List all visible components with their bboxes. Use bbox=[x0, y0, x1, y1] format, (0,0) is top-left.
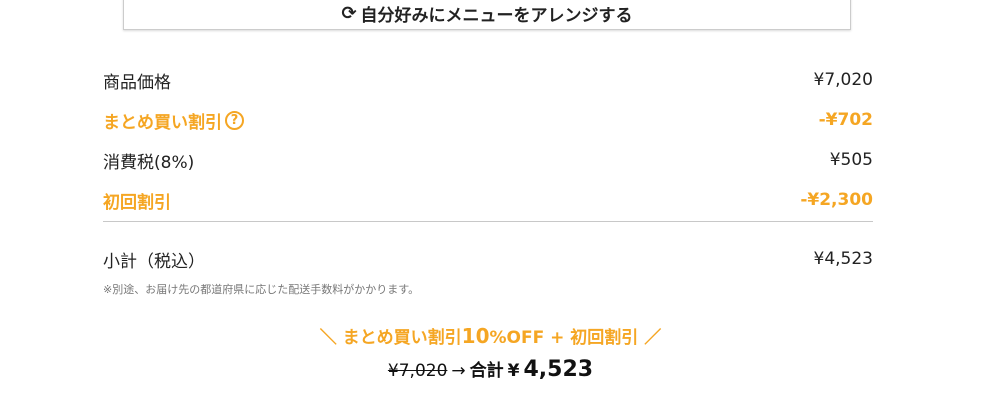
bulk-discount-row: まとめ買い割引 ? -¥702 bbox=[103, 100, 873, 140]
subtotal-label: 小計（税込） bbox=[103, 251, 205, 272]
arrow-icon: → bbox=[451, 361, 466, 381]
refresh-icon: ⟳ bbox=[341, 3, 357, 24]
tax-label: 消費税(8%) bbox=[103, 152, 195, 173]
tax-value: ¥505 bbox=[829, 150, 873, 170]
original-price: ¥7,020 bbox=[387, 361, 448, 381]
first-discount-label: 初回割引 bbox=[103, 192, 171, 213]
promo-right-slash: ／ bbox=[644, 328, 662, 348]
total-amount: 4,523 bbox=[523, 357, 594, 382]
total-label: 合計 bbox=[469, 361, 504, 381]
promo-text-suffix: %OFF + 初回割引 bbox=[489, 328, 639, 348]
promo-left-slash: ＼ bbox=[319, 328, 337, 348]
subtotal-value: ¥4,523 bbox=[813, 249, 873, 269]
total-currency: ¥ bbox=[507, 361, 520, 381]
product-price-value: ¥7,020 bbox=[813, 70, 873, 90]
product-price-label: 商品価格 bbox=[103, 72, 171, 93]
tax-row: 消費税(8%) ¥505 bbox=[103, 140, 873, 180]
subtotal-row: 小計（税込） ¥4,523 bbox=[103, 237, 873, 281]
total-line: ¥7,020 → 合計 ¥4,523 bbox=[0, 356, 981, 382]
bulk-discount-label: まとめ買い割引 bbox=[103, 112, 222, 133]
promo-banner: ＼ まとめ買い割引10%OFF + 初回割引 ／ bbox=[0, 323, 981, 348]
shipping-note: ※別途、お届け先の都道府県に応じた配送手数料がかかります。 bbox=[103, 283, 420, 296]
help-icon[interactable]: ? bbox=[225, 110, 244, 130]
price-summary: 商品価格 ¥7,020 まとめ買い割引 ? -¥702 消費税(8%) ¥505… bbox=[103, 60, 873, 297]
arrange-menu-label: 自分好みにメニューをアレンジする bbox=[360, 6, 633, 26]
bulk-discount-value: -¥702 bbox=[818, 110, 873, 130]
arrange-menu-button[interactable]: ⟳ 自分好みにメニューをアレンジする bbox=[123, 0, 851, 30]
first-discount-row: 初回割引 -¥2,300 bbox=[103, 180, 873, 220]
first-discount-value: -¥2,300 bbox=[800, 190, 873, 210]
product-price-row: 商品価格 ¥7,020 bbox=[103, 60, 873, 100]
divider bbox=[103, 221, 873, 222]
promo-percent: 10 bbox=[461, 324, 490, 348]
promo-text-prefix: まとめ買い割引 bbox=[342, 328, 462, 348]
